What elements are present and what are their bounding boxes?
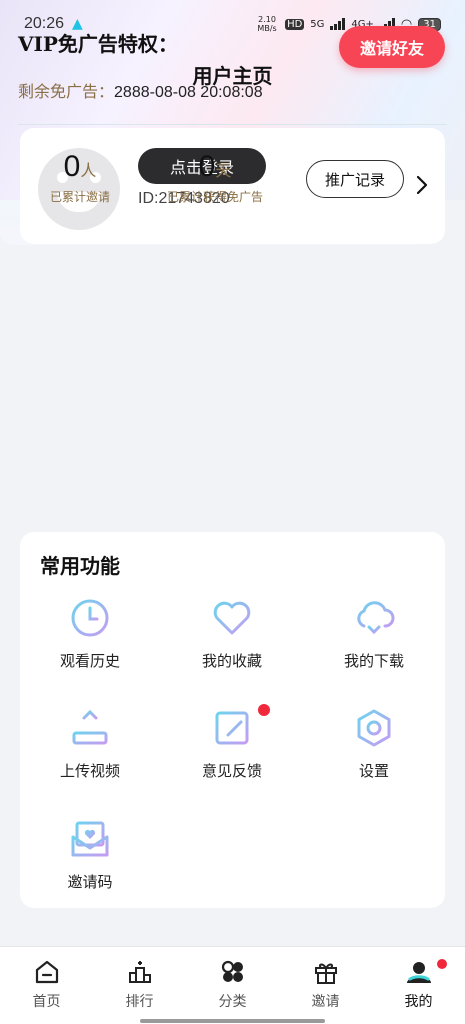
- notification-dot: [258, 704, 270, 716]
- user-icon: [406, 962, 431, 983]
- hexagon-settings-icon: [357, 709, 391, 747]
- func-watch-history[interactable]: 观看历史: [30, 596, 150, 671]
- stat-invited-unit: 人: [80, 161, 97, 180]
- tab-label: 分类: [218, 994, 247, 1010]
- vip-title: VIP免广告特权：: [18, 32, 178, 56]
- stat-invited: 0人 已累计邀请: [20, 150, 140, 205]
- func-label: 意见反馈: [201, 762, 262, 780]
- tab-ranking[interactable]: 排行: [93, 959, 186, 1011]
- tab-label: 首页: [32, 994, 61, 1010]
- category-icon: [221, 960, 243, 982]
- stat-invited-num: 0: [63, 150, 81, 183]
- remaining-label: 剩余免广告：: [18, 82, 115, 101]
- tab-label: 邀请: [311, 994, 340, 1010]
- func-settings[interactable]: 设置: [314, 706, 434, 781]
- tab-label: 排行: [125, 994, 154, 1010]
- remaining-ad-free: 剩余免广告：2888-08-08 20:08:08: [18, 78, 263, 102]
- signal-icon: [330, 18, 346, 30]
- home-icon: [35, 960, 58, 984]
- tab-category[interactable]: 分类: [186, 959, 279, 1011]
- tab-home[interactable]: 首页: [0, 959, 93, 1011]
- func-label: 邀请码: [67, 873, 113, 891]
- func-label: 观看历史: [59, 652, 120, 670]
- stat-invited-label: 已累计邀请: [49, 190, 110, 204]
- bottom-tab-bar: 首页 排行 分类 邀请 我的: [0, 946, 465, 1024]
- envelope-heart-icon: [71, 821, 109, 857]
- func-label: 上传视频: [59, 762, 120, 780]
- promotion-record-button[interactable]: 推广记录: [306, 160, 404, 198]
- notification-dot: [437, 959, 447, 969]
- stat-days-unit: 天: [215, 161, 232, 180]
- network-speed: 2.10 MB/s: [257, 15, 277, 33]
- clock-icon: [71, 599, 109, 637]
- remaining-value: 2888-08-08 20:08:08: [114, 84, 263, 101]
- hd-badge: HD: [285, 18, 305, 30]
- tab-label: 我的: [404, 994, 433, 1010]
- func-downloads[interactable]: 我的下载: [314, 596, 434, 671]
- home-indicator[interactable]: [140, 1019, 325, 1023]
- func-upload-video[interactable]: 上传视频: [30, 706, 150, 781]
- ranking-icon: [128, 961, 151, 983]
- stat-days-num: 0: [198, 150, 216, 183]
- cloud-download-icon: [357, 601, 395, 635]
- gift-icon: [314, 963, 337, 984]
- func-favorites[interactable]: 我的收藏: [172, 596, 292, 671]
- chevron-right-icon[interactable]: [415, 174, 429, 196]
- invite-friends-button[interactable]: 邀请好友: [339, 26, 445, 68]
- func-invite-code[interactable]: 邀请码: [30, 817, 150, 892]
- tab-invite[interactable]: 邀请: [279, 959, 372, 1011]
- stat-days-label: 已累计获得免广告: [166, 190, 263, 204]
- network-5g: 5G: [310, 18, 325, 30]
- func-label: 我的收藏: [201, 652, 262, 670]
- functions-title: 常用功能: [40, 554, 120, 578]
- tab-mine[interactable]: 我的: [372, 959, 465, 1011]
- upload-icon: [72, 709, 108, 745]
- feedback-edit-icon: [215, 711, 249, 745]
- divider: [18, 124, 447, 125]
- func-label: 我的下载: [343, 652, 404, 670]
- common-functions-card: 常用功能 观看历史 我的收藏 我的下载 上传视频 意见反馈 设置 邀请码: [20, 532, 445, 908]
- func-feedback[interactable]: 意见反馈: [172, 704, 292, 781]
- stat-ad-free-days: 0天 已累计获得免广告: [150, 150, 280, 205]
- heart-icon: [213, 601, 251, 635]
- func-label: 设置: [358, 762, 389, 780]
